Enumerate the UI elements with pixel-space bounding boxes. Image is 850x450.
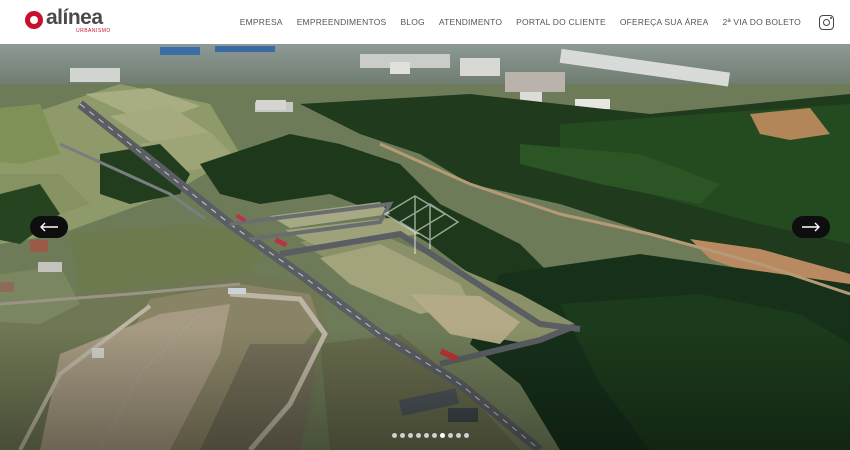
aerial-photo — [0, 44, 850, 450]
arrow-left-icon — [40, 222, 58, 232]
slider-pagination — [392, 433, 472, 438]
instagram-icon[interactable] — [819, 14, 834, 30]
nav-item-ofereca-sua-area[interactable]: OFEREÇA SUA ÁREA — [620, 17, 709, 27]
slider-dot[interactable] — [464, 433, 469, 438]
hero-slider — [0, 44, 850, 450]
slider-dot[interactable] — [424, 433, 429, 438]
slider-dot[interactable] — [408, 433, 413, 438]
brand-tagline: URBANISMO — [76, 28, 111, 34]
nav-item-empresa[interactable]: EMPRESA — [240, 17, 283, 27]
slider-dot[interactable] — [432, 433, 437, 438]
nav-item-blog[interactable]: BLOG — [400, 17, 424, 27]
slider-dot[interactable] — [440, 433, 445, 438]
slider-dot[interactable] — [416, 433, 421, 438]
nav-item-portal-do-cliente[interactable]: PORTAL DO CLIENTE — [516, 17, 606, 27]
next-slide-button[interactable] — [792, 216, 830, 238]
site-header: alínea URBANISMO EMPRESA EMPREENDIMENTOS… — [0, 0, 850, 44]
nav-item-segunda-via-boleto[interactable]: 2ª VIA DO BOLETO — [723, 17, 801, 27]
slider-dot[interactable] — [400, 433, 405, 438]
slider-dot[interactable] — [456, 433, 461, 438]
nav-item-atendimento[interactable]: ATENDIMENTO — [439, 17, 502, 27]
brand-name: alínea — [46, 6, 103, 29]
nav-item-empreendimentos[interactable]: EMPREENDIMENTOS — [297, 17, 387, 27]
arrow-right-icon — [802, 222, 820, 232]
slider-dot[interactable] — [448, 433, 453, 438]
logo-mark-icon — [25, 11, 43, 29]
slider-dot[interactable] — [392, 433, 397, 438]
prev-slide-button[interactable] — [30, 216, 68, 238]
main-nav: EMPRESA EMPREENDIMENTOS BLOG ATENDIMENTO… — [240, 0, 850, 44]
